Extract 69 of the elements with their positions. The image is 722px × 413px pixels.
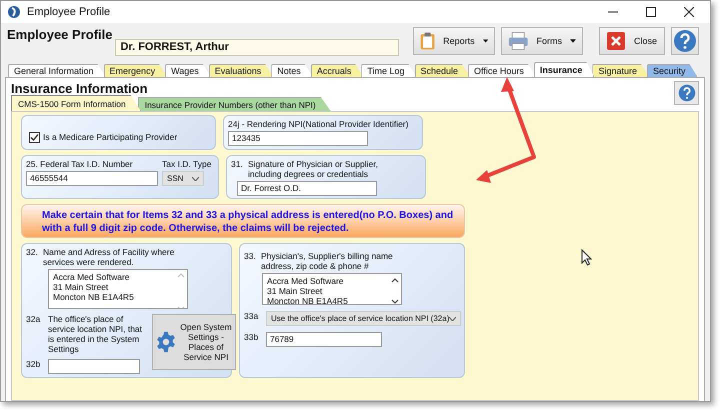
section-title: Insurance Information <box>11 81 148 96</box>
tax-type-label: Tax I.D. Type <box>162 159 212 169</box>
address-line: Accra Med Software <box>53 272 131 282</box>
window-title: Employee Profile <box>27 6 110 18</box>
address-line: 31 Main Street <box>53 282 110 292</box>
item-code: 33a <box>244 311 260 321</box>
billing-address-list[interactable]: Accra Med Software 31 Main Street Moncton NB E1A4R5 <box>262 273 402 305</box>
npi-label: 24j - Rendering NPI(National Provider Identifier) <box>228 119 410 129</box>
address-line: Moncton NB E1A4R5 <box>267 296 348 304</box>
reports-button[interactable]: Reports <box>413 27 495 55</box>
item-code: 33b <box>244 332 260 342</box>
maximize-icon[interactable] <box>646 7 656 17</box>
address-line: 31 Main Street <box>267 286 324 296</box>
tab[interactable]: Signature <box>592 64 649 77</box>
item-code: 32a <box>26 314 42 324</box>
npi-33b-field[interactable]: 76789 <box>266 332 382 347</box>
tab[interactable]: Evaluations <box>208 64 274 77</box>
npi-field[interactable]: 123435 <box>228 131 368 146</box>
scrollbar[interactable] <box>391 276 399 304</box>
cursor-icon <box>581 249 592 266</box>
item-number: 33. <box>244 251 257 263</box>
printer-icon <box>508 30 529 52</box>
tab[interactable]: Wages <box>165 64 211 77</box>
tax-type-dropdown[interactable]: SSN <box>162 171 204 186</box>
facility-label: Name and Adress of Facility where services were rendered. <box>43 247 176 267</box>
tab[interactable]: Insurance <box>534 62 594 77</box>
gear-icon <box>155 331 177 353</box>
scrollbar[interactable] <box>177 272 185 308</box>
tab[interactable]: Office Hours <box>468 64 536 77</box>
npi-source-dropdown[interactable]: Use the office's place of service location NPI (32a) <box>266 311 462 326</box>
close-button[interactable]: Close <box>599 27 665 55</box>
item-number: 32. <box>26 247 39 259</box>
address-line: Accra Med Software <box>267 276 345 286</box>
address-line: Moncton NB E1A4R5 <box>53 292 134 302</box>
signature-field[interactable]: Dr. Forrest O.D. <box>237 181 377 196</box>
tab[interactable]: Notes <box>271 64 313 77</box>
chevron-down-icon <box>449 316 456 320</box>
page-title: Employee Profile <box>7 27 112 42</box>
npi-32b-field[interactable] <box>48 359 140 374</box>
signature-label: Signature of Physician or Supplier, including degrees or credentials <box>248 159 379 179</box>
warning-banner: Make certain that for Items 32 and 33 a physical address is entered(no P.O. Boxes) and with a full 9 digit zip code. Otherwise, the claims will be rejected. <box>21 204 465 238</box>
employee-name-field[interactable]: Dr. FORREST, Arthur <box>115 39 400 56</box>
tab[interactable]: Insurance Provider Numbers (other than NPI) <box>138 97 331 111</box>
caret-icon <box>570 39 576 43</box>
caret-icon <box>482 39 488 43</box>
close-icon[interactable] <box>684 7 694 17</box>
npi-description: The office's place of service location NPI, that is entered in the System Settings <box>48 314 144 354</box>
tab[interactable]: General Information <box>8 64 106 77</box>
help-button[interactable] <box>674 81 699 105</box>
item-number: 31. <box>231 159 244 171</box>
tab[interactable]: CMS-1500 Form Information <box>11 95 141 111</box>
tab[interactable]: Time Log <box>361 64 417 77</box>
checkbox-label: Is a Medicare Participating Provider <box>43 132 178 142</box>
billing-label: Physician's, Supplier's billing name address, zip code & phone # <box>261 251 394 271</box>
tax-id-field[interactable]: 46555544 <box>26 171 158 186</box>
app-icon <box>7 5 21 19</box>
close-icon <box>606 31 626 51</box>
tab[interactable]: Schedule <box>414 64 470 77</box>
forms-button[interactable]: Forms <box>501 27 583 55</box>
tax-id-label: 25. Federal Tax I.D. Number <box>26 159 134 169</box>
tab[interactable]: Emergency <box>104 64 168 77</box>
chevron-down-icon <box>192 176 199 180</box>
help-button[interactable] <box>671 27 699 55</box>
facility-address-list[interactable]: Accra Med Software 31 Main Street Moncton NB E1A4R5 <box>48 269 188 309</box>
checkbox[interactable] <box>29 132 40 142</box>
open-settings-button[interactable]: Open System Settings - Places of Service NPI <box>152 314 236 370</box>
tab[interactable]: Security <box>646 64 698 77</box>
item-code: 32b <box>26 359 42 369</box>
tab[interactable]: Accruals <box>310 64 364 77</box>
